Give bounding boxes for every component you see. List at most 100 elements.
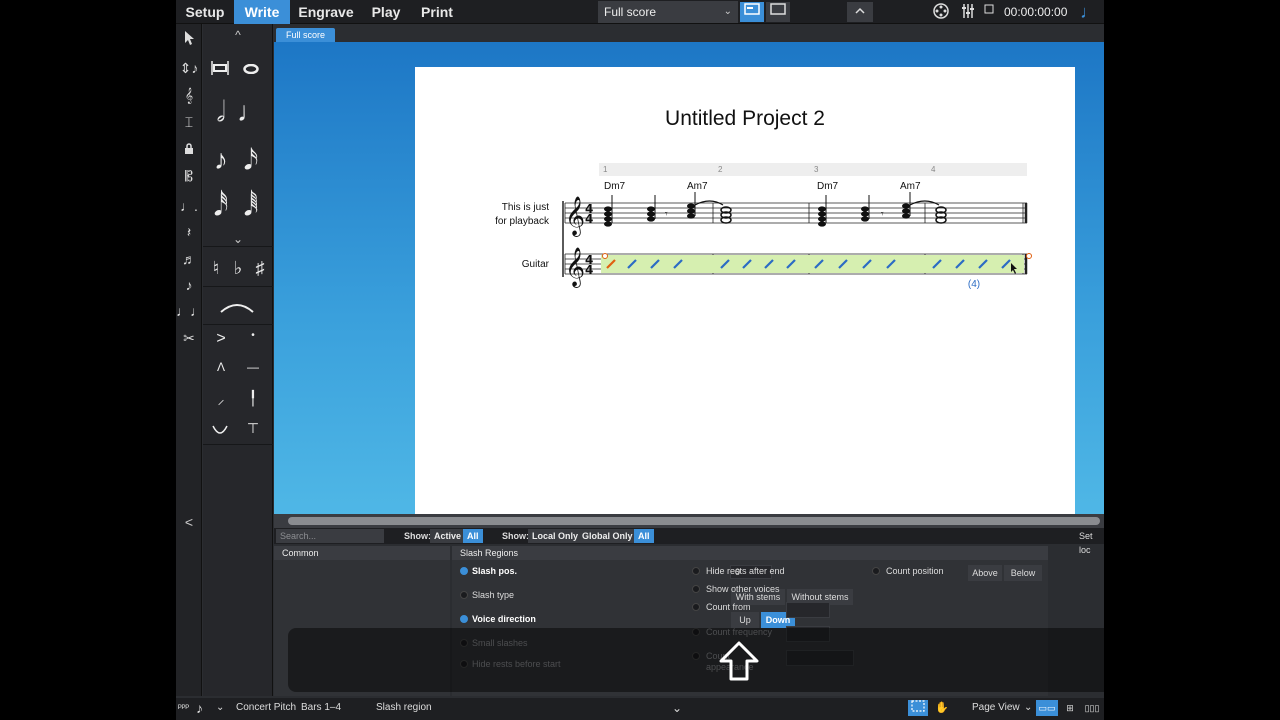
concert-pitch-toggle[interactable]: Concert Pitch <box>236 698 296 718</box>
mixer-button[interactable] <box>958 2 978 22</box>
accent-icon[interactable]: > <box>207 330 235 348</box>
count-position-label: Count position <box>886 566 944 576</box>
chord-symbol[interactable]: Am7 <box>900 181 921 192</box>
layout-selector[interactable]: Full score ⌄ <box>598 1 738 23</box>
dynamics-icon[interactable]: ᴾᴾᴾ <box>178 698 189 718</box>
page-arrangement-horizontal-button[interactable]: ▭▭ <box>1036 700 1058 716</box>
voice-direction-toggle[interactable] <box>460 615 468 623</box>
page-arrangement-vertical-button[interactable]: ⊞ <box>1062 700 1078 716</box>
count-position-toggle[interactable] <box>872 567 880 575</box>
score-view[interactable]: Full score Untitled Project 2 1 2 3 4 Dm… <box>274 24 1104 514</box>
flat-icon[interactable]: ♭ <box>227 258 249 279</box>
chord-symbol[interactable]: Dm7 <box>817 181 839 192</box>
sharp-icon[interactable]: ♯ <box>249 258 271 279</box>
chevron-down-icon[interactable]: ⌄ <box>672 698 682 718</box>
count-from-toggle[interactable] <box>692 603 700 611</box>
breve-icon[interactable] <box>211 60 229 76</box>
staff-1[interactable] <box>564 202 1028 224</box>
horizontal-scrollbar[interactable] <box>274 514 1104 528</box>
show-other-voices-label: Show other voices <box>706 584 780 594</box>
region-end-handle[interactable] <box>1026 253 1032 259</box>
page-arrangement-spread-button[interactable]: ▯▯▯ <box>1082 700 1102 716</box>
bar-number-3: 3 <box>814 165 819 174</box>
filter-local-only-button[interactable]: Local Only <box>528 529 583 543</box>
rest-icon[interactable]: 𝄽 <box>176 220 202 244</box>
scrollbar-thumb[interactable] <box>288 517 1100 525</box>
layout-selector-value: Full score <box>604 5 657 19</box>
marcato-icon[interactable]: Λ <box>207 360 235 374</box>
hide-rests-after-toggle[interactable] <box>692 567 700 575</box>
score-title[interactable]: Untitled Project 2 <box>665 107 825 130</box>
group-header-common[interactable]: Common <box>274 546 450 560</box>
show-other-voices-toggle[interactable] <box>692 585 700 593</box>
page-view-button[interactable] <box>766 2 790 22</box>
whole-note-icon[interactable] <box>243 64 259 74</box>
chord-symbol[interactable]: Dm7 <box>604 181 626 192</box>
tab-full-score[interactable]: Full score <box>276 28 336 42</box>
region-start-handle[interactable] <box>602 253 608 259</box>
mode-tab-play[interactable]: Play <box>362 0 410 24</box>
cue-icon[interactable]: ♩♩ <box>176 299 204 323</box>
mode-tab-write[interactable]: Write <box>234 0 290 24</box>
mode-tab-print[interactable]: Print <box>410 0 464 24</box>
tenuto-icon[interactable]: — <box>239 360 267 374</box>
filter-active-button[interactable]: Active <box>430 529 466 543</box>
insert-mode-icon[interactable]: ⇕♪ <box>176 56 202 80</box>
breath-icon[interactable] <box>211 424 229 436</box>
grace-note-icon[interactable]: ♪ <box>176 273 202 297</box>
note-duration-icon[interactable]: ♪ <box>196 698 203 718</box>
galley-view-button[interactable] <box>740 2 764 22</box>
natural-icon[interactable]: ♮ <box>205 258 227 279</box>
set-local-label[interactable]: Set loc <box>1079 529 1104 557</box>
mode-tab-setup[interactable]: Setup <box>176 0 234 24</box>
thirty-second-note-icon[interactable]: 𝅘𝅥𝅰 <box>207 190 235 223</box>
collapse-panel-icon[interactable]: < <box>176 514 202 530</box>
count-below-button[interactable]: Below <box>1004 565 1042 581</box>
chevron-down-icon[interactable]: ⌄ <box>216 698 224 718</box>
slash-pos-toggle[interactable] <box>460 567 468 575</box>
slash-type-toggle[interactable] <box>460 591 468 599</box>
chord-input-icon[interactable]: 𝄞 <box>176 83 202 107</box>
score-page[interactable]: Untitled Project 2 1 2 3 4 Dm7 Am7 Dm7 A… <box>415 67 1075 514</box>
lock-duration-icon[interactable] <box>176 138 202 162</box>
view-mode-selector[interactable]: Page View <box>972 698 1020 718</box>
unstress-icon[interactable]: ⊤ <box>239 420 267 437</box>
mode-tab-engrave[interactable]: Engrave <box>290 0 362 24</box>
stress-icon[interactable]: ╿ <box>239 390 267 407</box>
slash-pos-label: Slash pos. <box>472 566 518 576</box>
filter-all-2-button[interactable]: All <box>634 529 654 543</box>
group-header-slash-regions[interactable]: Slash Regions <box>452 546 1048 560</box>
staccatissimo-icon[interactable]: ⸝ <box>207 390 235 409</box>
video-button[interactable] <box>930 2 952 22</box>
hand-tool-button[interactable]: ✋ <box>932 700 952 716</box>
sixty-fourth-note-icon[interactable]: 𝅘𝅥𝅱 <box>237 190 265 223</box>
half-note-icon[interactable]: 𝅗𝅥 <box>207 96 235 129</box>
filter-all-button[interactable]: All <box>463 529 483 543</box>
sixteenth-note-icon[interactable]: 𝅘𝅥𝅯 <box>237 144 265 177</box>
scissors-icon[interactable]: ✂ <box>176 326 202 350</box>
treble-clef-icon: 𝄞 <box>565 247 585 288</box>
palette-scroll-down-icon[interactable]: ⌄ <box>203 232 273 246</box>
force-duration-icon[interactable]: 𝄡 <box>176 164 202 188</box>
note-input-icon[interactable]: ♩ <box>1079 0 1099 24</box>
transport-button[interactable] <box>982 2 996 22</box>
chevron-down-icon[interactable]: ⌄ <box>1024 698 1032 718</box>
slur-icon[interactable] <box>219 300 255 314</box>
collapse-toolbar-button[interactable] <box>847 2 873 22</box>
palette-scroll-up-icon[interactable]: ^ <box>203 28 273 42</box>
marquee-tool-button[interactable] <box>908 700 928 716</box>
properties-search-input[interactable]: Search... <box>276 529 384 543</box>
chord-symbol[interactable]: Am7 <box>687 181 708 192</box>
eighth-note-icon[interactable]: ♪ <box>207 144 235 176</box>
quarter-note-icon[interactable]: ♩ <box>237 96 265 128</box>
filter-global-only-button[interactable]: Global Only <box>578 529 637 543</box>
staccato-icon[interactable]: • <box>239 330 267 341</box>
select-tool-icon[interactable] <box>176 29 202 53</box>
dotted-note-icon[interactable]: ♩. <box>176 194 202 218</box>
chord-notes[interactable]: 𝄾 𝄾 <box>604 192 947 227</box>
palette-divider <box>203 286 273 287</box>
caret-icon[interactable]: ⌶ <box>176 110 202 134</box>
count-from-input[interactable] <box>786 602 830 618</box>
count-above-button[interactable]: Above <box>968 565 1002 581</box>
tuplet-icon[interactable]: ♬ <box>176 247 202 271</box>
